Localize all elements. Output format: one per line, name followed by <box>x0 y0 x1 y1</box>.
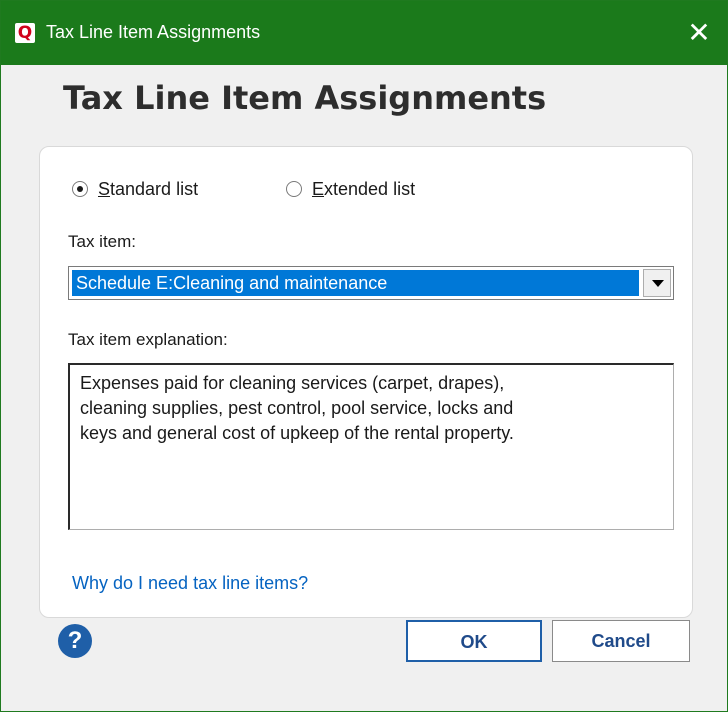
page-title: Tax Line Item Assignments <box>63 79 547 117</box>
radio-icon <box>286 181 302 197</box>
app-logo-icon: Q <box>15 23 35 43</box>
cancel-button[interactable]: Cancel <box>552 620 690 662</box>
help-link[interactable]: Why do I need tax line items? <box>72 573 308 594</box>
window-title: Tax Line Item Assignments <box>46 22 261 42</box>
dialog-window: Q Tax Line Item Assignments ✕ Tax Line I… <box>0 0 728 712</box>
assignment-panel: Standard list Extended list Tax item: Sc… <box>39 146 693 618</box>
explanation-label: Tax item explanation: <box>68 330 228 349</box>
ok-button[interactable]: OK <box>406 620 542 662</box>
radio-selected-dot <box>77 186 83 192</box>
tax-item-dropdown[interactable]: Schedule E:Cleaning and maintenance <box>68 266 674 300</box>
tax-item-selected-value[interactable]: Schedule E:Cleaning and maintenance <box>72 270 639 296</box>
title-bar: Q Tax Line Item Assignments ✕ <box>1 1 727 65</box>
radio-icon <box>72 181 88 197</box>
radio-extended-label: Extended list <box>312 179 416 199</box>
explanation-text[interactable]: Expenses paid for cleaning services (car… <box>68 363 674 530</box>
radio-standard-label: Standard list <box>98 179 199 199</box>
close-icon: ✕ <box>687 17 711 48</box>
close-button[interactable]: ✕ <box>671 1 727 65</box>
help-icon[interactable]: ? <box>58 624 92 658</box>
tax-item-label: Tax item: <box>68 232 137 251</box>
dropdown-arrow-icon[interactable] <box>643 269 671 297</box>
